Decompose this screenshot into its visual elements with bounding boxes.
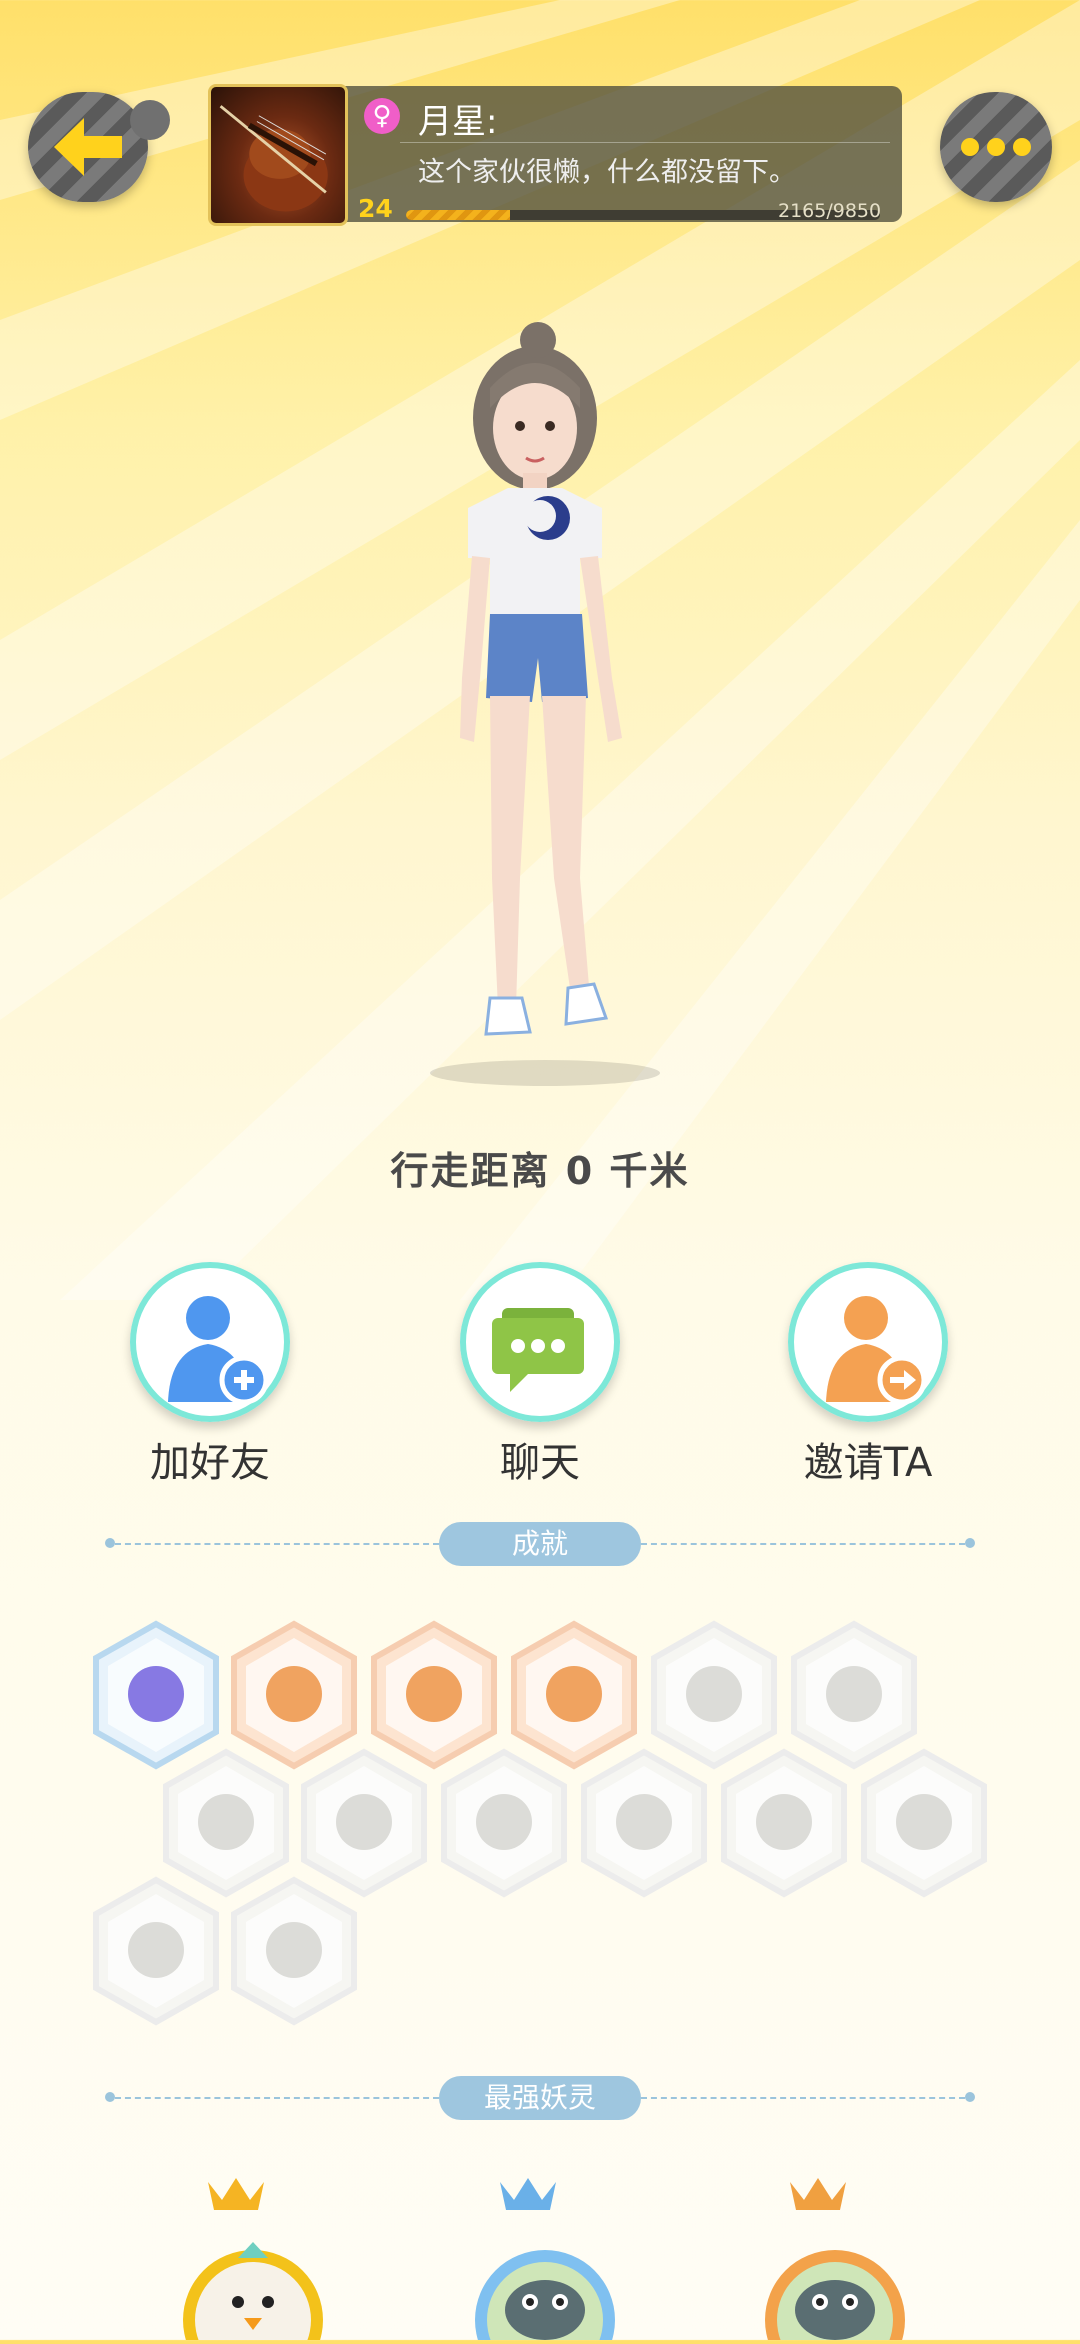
header-line bbox=[115, 1543, 439, 1545]
turtle-spirit-icon[interactable] bbox=[470, 2170, 620, 2344]
achievement-hex-shape bbox=[581, 1748, 707, 1898]
spirit-art bbox=[765, 2178, 905, 2344]
user-nickname: 月星: bbox=[418, 102, 498, 142]
header-line bbox=[115, 2097, 439, 2099]
crown-icon bbox=[500, 2178, 556, 2210]
chat-label: 聊天 bbox=[500, 1440, 580, 1486]
header-dot bbox=[105, 1538, 115, 1548]
chat-circle bbox=[460, 1262, 620, 1422]
header-dot bbox=[965, 1538, 975, 1548]
more-dot-icon bbox=[961, 138, 979, 156]
user-level: 24 bbox=[358, 194, 393, 223]
spirit-art bbox=[183, 2178, 323, 2344]
walk-distance: 行走距离 0 千米 bbox=[390, 1149, 690, 1193]
achievements-header: 成就 bbox=[105, 1522, 975, 1566]
dragon-badge-icon[interactable] bbox=[858, 1748, 990, 1898]
user-signature: 这个家伙很懒，什么都没留下。 bbox=[418, 157, 796, 188]
back-button[interactable] bbox=[28, 92, 170, 202]
more-dot-icon bbox=[1013, 138, 1031, 156]
cart-badge-icon[interactable] bbox=[578, 1748, 710, 1898]
cat-badge-icon[interactable] bbox=[718, 1748, 850, 1898]
monster-badge-icon[interactable] bbox=[438, 1748, 570, 1898]
xp-progress-fill bbox=[406, 210, 511, 220]
crown-icon bbox=[208, 2178, 264, 2210]
invite-icon bbox=[826, 1296, 927, 1405]
achievement-hex-shape bbox=[231, 1876, 357, 2026]
more-button[interactable] bbox=[940, 92, 1052, 202]
achievement-hex-shape bbox=[721, 1748, 847, 1898]
header-line bbox=[641, 1543, 965, 1545]
add-friend-label: 加好友 bbox=[150, 1440, 270, 1486]
bird-spirit-icon[interactable] bbox=[178, 2170, 328, 2344]
add-friend-button[interactable]: 加好友 bbox=[100, 1262, 320, 1488]
violin-avatar bbox=[219, 105, 328, 212]
shield-badge-icon[interactable] bbox=[90, 1876, 222, 2026]
header-dot bbox=[965, 2092, 975, 2102]
female-gender-icon: ♀ bbox=[364, 98, 400, 134]
back-arrow-icon bbox=[54, 118, 122, 176]
chat-button[interactable]: 聊天 bbox=[430, 1262, 650, 1488]
profile-divider bbox=[400, 142, 890, 143]
spirits-title: 最强妖灵 bbox=[439, 2076, 641, 2120]
back-button-tail bbox=[130, 100, 170, 140]
header-line bbox=[641, 2097, 965, 2099]
achievement-hex-shape bbox=[861, 1748, 987, 1898]
header-dot bbox=[105, 2092, 115, 2102]
crown-icon bbox=[790, 2178, 846, 2210]
achievements-title: 成就 bbox=[439, 1522, 641, 1566]
add-friend-circle bbox=[130, 1262, 290, 1422]
achievement-hex-shape bbox=[441, 1748, 567, 1898]
character-avatar[interactable] bbox=[390, 318, 690, 1088]
add-friend-icon bbox=[168, 1296, 269, 1405]
invite-circle bbox=[788, 1262, 948, 1422]
invite-button[interactable]: 邀请TA bbox=[758, 1262, 978, 1488]
spirits-header: 最强妖灵 bbox=[105, 2076, 975, 2120]
book-fox-badge-icon[interactable] bbox=[228, 1876, 360, 2026]
more-dot-icon bbox=[987, 138, 1005, 156]
achievement-hex-shape bbox=[93, 1876, 219, 2026]
user-avatar[interactable] bbox=[208, 84, 348, 226]
invite-label: 邀请TA bbox=[803, 1440, 933, 1486]
chat-icon bbox=[492, 1308, 584, 1392]
turtle-spirit-icon[interactable] bbox=[760, 2170, 910, 2344]
xp-text: 2165/9850 bbox=[778, 200, 882, 222]
spirit-art bbox=[475, 2178, 615, 2344]
